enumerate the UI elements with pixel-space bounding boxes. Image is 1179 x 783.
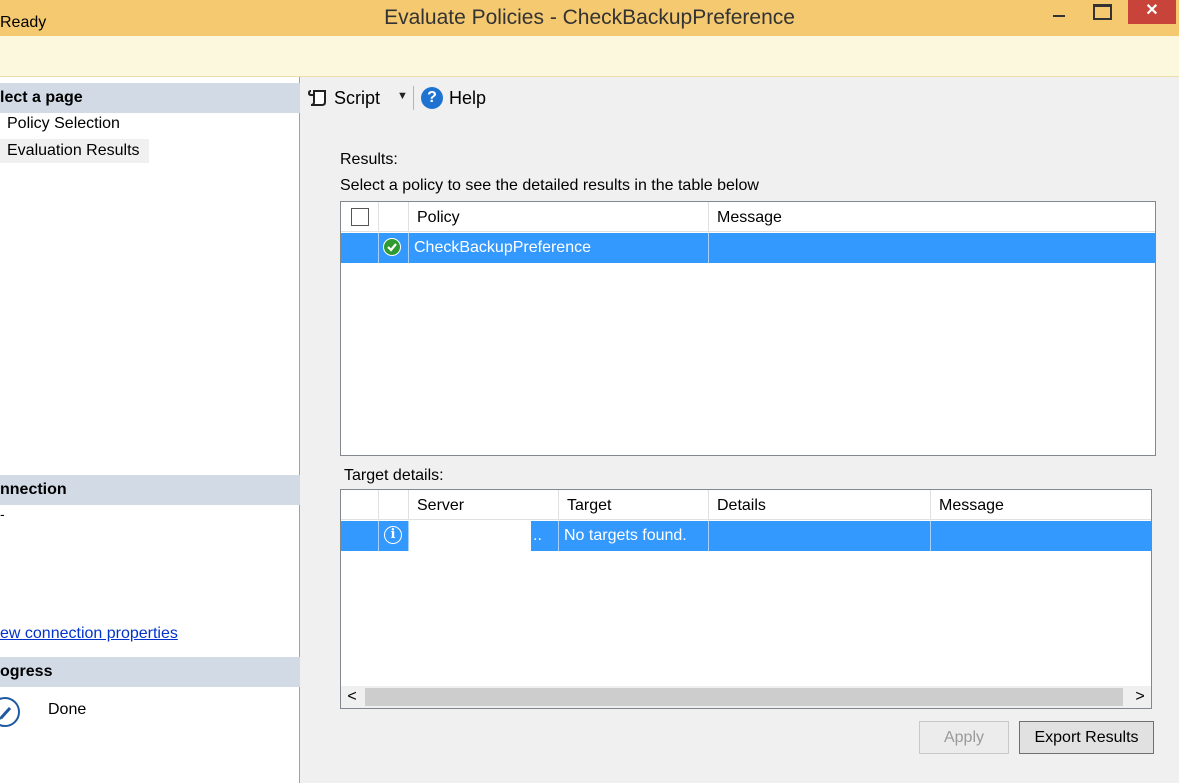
policy-column-header[interactable]: Policy [409,202,709,232]
status-bar [0,36,1179,77]
select-page-header: lect a page [0,83,300,113]
policy-grid-header: Policy Message [341,202,1155,232]
target-details-grid[interactable]: Server Target Details Message i .. No ta… [340,489,1152,709]
target-cell: No targets found. [559,521,709,551]
policy-message-cell [709,233,1155,263]
info-icon: i [384,526,402,544]
policy-results-grid[interactable]: Policy Message CheckBackupPreference [340,201,1156,456]
server-cell-truncated-text: .. [531,521,558,551]
view-connection-properties-link[interactable]: ew connection properties [0,625,178,643]
target-details-label: Target details: [344,467,444,484]
results-hint: Select a policy to see the detailed resu… [340,177,759,194]
row-status-cell [379,233,409,263]
help-button[interactable]: Help [449,88,486,109]
progress-status-text: Done [48,701,87,718]
row-status-cell: i [379,521,409,551]
maximize-button[interactable] [1085,0,1115,26]
progress-done-icon [0,697,20,727]
help-icon[interactable]: ? [421,87,443,109]
status-text: Ready [0,14,47,31]
message-column-header[interactable]: Message [709,202,1155,232]
horizontal-scrollbar[interactable]: < > [341,686,1151,708]
script-button[interactable]: Script [334,88,380,109]
target-column-header[interactable]: Target [559,490,709,520]
script-dropdown-arrow-icon[interactable]: ▼ [397,90,408,102]
blank-column-header [341,490,379,520]
success-check-icon [383,238,401,256]
policy-name-cell: CheckBackupPreference [409,233,709,263]
nav-item-policy-selection[interactable]: Policy Selection [0,112,127,136]
progress-header: ogress [0,657,300,687]
server-cell: .. [409,521,559,551]
target-grid-header: Server Target Details Message [341,490,1151,520]
close-button[interactable]: ✕ [1128,0,1176,24]
minimize-button[interactable] [1036,0,1080,26]
target-message-cell [931,521,1151,551]
status-column-header [379,490,409,520]
scroll-right-icon[interactable]: > [1129,686,1151,708]
details-cell [709,521,931,551]
server-column-header[interactable]: Server [409,490,559,520]
connection-value: - [0,506,5,522]
toolbar-separator [413,86,414,110]
details-column-header[interactable]: Details [709,490,931,520]
table-row[interactable]: i .. No targets found. [341,521,1151,551]
select-all-checkbox[interactable] [351,208,369,226]
row-checkbox-cell[interactable] [341,233,379,263]
scroll-left-icon[interactable]: < [341,686,363,708]
status-column-header [379,202,409,232]
export-results-button[interactable]: Export Results [1019,721,1154,754]
select-all-header-cell[interactable] [341,202,379,232]
scrollbar-thumb[interactable] [365,688,1123,706]
results-label: Results: [340,151,398,168]
apply-button[interactable]: Apply [919,721,1009,754]
left-panel: lect a page Policy Selection Evaluation … [0,77,300,783]
connection-header: nnection [0,475,300,505]
message-column-header[interactable]: Message [931,490,1151,520]
table-row[interactable]: CheckBackupPreference [341,233,1155,263]
nav-item-evaluation-results[interactable]: Evaluation Results [0,139,149,163]
row-blank-cell [341,521,379,551]
script-icon[interactable] [307,88,330,108]
window-title: Evaluate Policies - CheckBackupPreferenc… [384,6,795,29]
